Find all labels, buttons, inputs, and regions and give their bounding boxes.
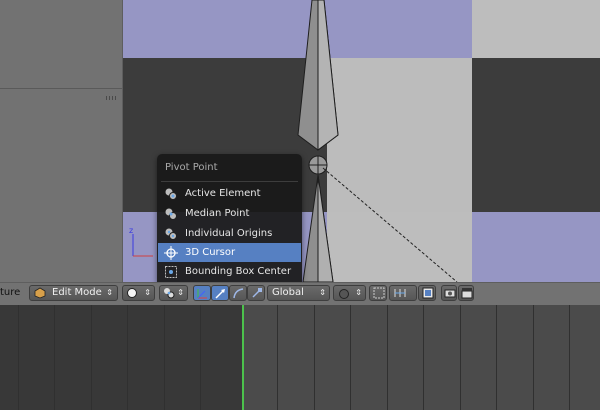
grid-line xyxy=(423,305,424,410)
menu-item-label: Bounding Box Center xyxy=(185,266,292,277)
menu-item-label: Active Element xyxy=(185,188,261,199)
snap-toggle[interactable] xyxy=(369,285,387,301)
snap-element-dropdown[interactable] xyxy=(389,285,417,301)
timeline-playhead[interactable] xyxy=(242,305,244,410)
median-point-icon xyxy=(164,207,178,221)
tool-shelf-panel xyxy=(0,0,123,282)
pivot-point-dropdown[interactable]: ⇕ xyxy=(159,285,188,301)
snap-increment-icon xyxy=(393,287,407,304)
edit-mode-icon xyxy=(34,287,46,299)
manipulator-icon xyxy=(196,287,209,305)
viewport-shading-dropdown[interactable]: ⇕ xyxy=(122,285,155,301)
3d-cursor-icon xyxy=(164,245,178,260)
menu-item-3d-cursor[interactable]: 3D Cursor xyxy=(158,243,301,262)
menu-item-median-point[interactable]: Median Point xyxy=(158,204,301,223)
proportional-off-icon xyxy=(339,289,349,299)
menu-item-bounding-box-center[interactable]: Bounding Box Center xyxy=(158,262,301,281)
scale-icon xyxy=(250,287,263,305)
menu-item-label: Individual Origins xyxy=(185,228,273,239)
menu-title: Pivot Point xyxy=(165,162,218,173)
dropdown-arrows-icon: ⇕ xyxy=(106,288,113,297)
translate-toggle[interactable] xyxy=(211,285,229,301)
grid-line xyxy=(18,305,19,410)
menu-item-active-element[interactable]: Active Element xyxy=(158,184,301,203)
rotate-arc-icon xyxy=(232,287,245,305)
solid-shading-icon xyxy=(127,288,137,298)
dropdown-arrows-icon: ⇕ xyxy=(319,288,326,297)
grid-line xyxy=(277,305,278,410)
panel-resize-grip[interactable] xyxy=(106,96,116,100)
magnet-icon xyxy=(373,287,385,304)
translate-arrow-icon xyxy=(214,287,227,305)
rotate-toggle[interactable] xyxy=(229,285,247,301)
dropdown-arrows-icon: ⇕ xyxy=(355,288,362,297)
scale-toggle[interactable] xyxy=(247,285,265,301)
clapperboard-icon xyxy=(461,287,473,304)
bounding-box-icon xyxy=(164,265,178,279)
opengl-render-button[interactable] xyxy=(441,285,457,301)
pivot-point-menu: Pivot Point Active Element Median Point … xyxy=(157,154,302,283)
svg-text:z: z xyxy=(129,226,133,235)
timeline-range-area xyxy=(244,305,600,410)
grid-line xyxy=(314,305,315,410)
manipulator-toggle[interactable] xyxy=(193,285,211,301)
grid-line xyxy=(127,305,128,410)
timeline-editor[interactable] xyxy=(0,305,600,410)
grid-line xyxy=(164,305,165,410)
layers-icon xyxy=(422,287,434,304)
truncated-menu-label[interactable]: ture xyxy=(0,287,20,298)
panel-divider xyxy=(0,88,122,89)
menu-item-label: 3D Cursor xyxy=(185,247,236,258)
active-element-icon xyxy=(164,187,178,201)
menu-item-individual-origins[interactable]: Individual Origins xyxy=(158,224,301,243)
dropdown-arrows-icon: ⇕ xyxy=(177,288,184,297)
grid-line xyxy=(387,305,388,410)
pivot-median-icon xyxy=(163,287,175,299)
dropdown-arrows-icon: ⇕ xyxy=(144,288,151,297)
grid-line xyxy=(91,305,92,410)
grid-line xyxy=(460,305,461,410)
grid-line xyxy=(350,305,351,410)
view3d-header: ture Edit Mode ⇕ ⇕ ⇕ Global ⇕ ⇕ xyxy=(0,282,600,306)
grid-line xyxy=(569,305,570,410)
menu-item-label: Median Point xyxy=(185,208,250,219)
individual-origins-icon xyxy=(164,227,178,241)
transform-orientation-dropdown[interactable]: Global ⇕ xyxy=(267,285,330,301)
mode-selector[interactable]: Edit Mode ⇕ xyxy=(29,285,118,301)
grid-line xyxy=(200,305,201,410)
mode-selector-label: Edit Mode xyxy=(52,287,102,298)
orientation-label: Global xyxy=(272,287,304,298)
layers-button[interactable] xyxy=(418,285,436,301)
grid-line xyxy=(533,305,534,410)
grid-line xyxy=(496,305,497,410)
grid-line xyxy=(54,305,55,410)
opengl-animation-button[interactable] xyxy=(458,285,474,301)
menu-separator xyxy=(161,181,298,182)
proportional-editing-dropdown[interactable]: ⇕ xyxy=(333,285,366,301)
camera-icon xyxy=(444,287,456,304)
